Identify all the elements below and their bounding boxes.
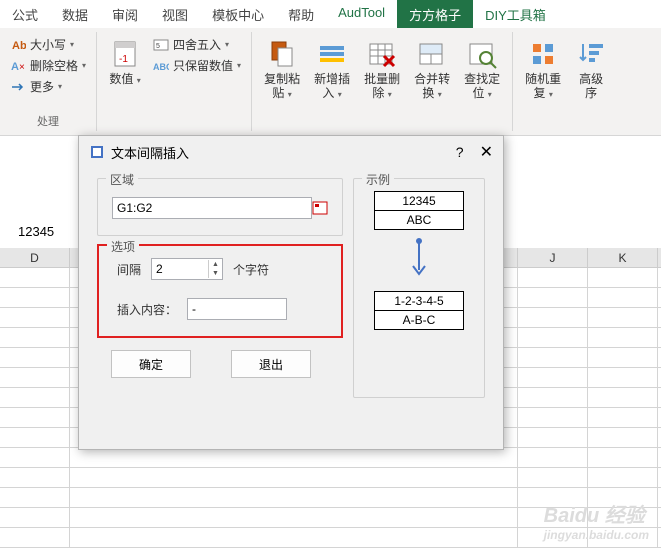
group-label: 处理 bbox=[6, 111, 90, 129]
dropdown-icon: ▾ bbox=[82, 61, 86, 70]
delspace-button[interactable]: A×删除空格 ▾ bbox=[6, 55, 90, 76]
batchdel-icon bbox=[366, 38, 398, 70]
options-group: 选项 间隔 ▲▼ 个字符 插入内容： bbox=[97, 244, 343, 338]
dialog-titlebar[interactable]: 文本间隔插入 ? ✕ bbox=[79, 136, 503, 168]
svg-text:5: 5 bbox=[156, 43, 160, 50]
shuffle-button[interactable]: 随机重 复 ▾ bbox=[519, 34, 567, 105]
region-input[interactable] bbox=[112, 197, 312, 219]
svg-text:ABC: ABC bbox=[153, 62, 169, 72]
interval-spinner[interactable]: ▲▼ bbox=[151, 258, 223, 280]
dropdown-icon: ▾ bbox=[549, 90, 553, 99]
group-label bbox=[103, 127, 245, 129]
round-button[interactable]: 5四舍五入 ▾ bbox=[149, 34, 245, 55]
ribbon-group-process: Ab大小写 ▾ A×删除空格 ▾ 更多 ▾ 处理 bbox=[0, 32, 97, 131]
dropdown-icon: ▾ bbox=[225, 40, 229, 49]
tab-ffgz[interactable]: 方方格子 bbox=[397, 0, 473, 28]
dropdown-icon: ▾ bbox=[70, 40, 74, 49]
dropdown-icon: ▾ bbox=[237, 61, 241, 70]
dialog-title-text: 文本间隔插入 bbox=[111, 143, 189, 162]
help-button[interactable]: ? bbox=[456, 144, 464, 160]
interval-label: 间隔 bbox=[117, 261, 141, 278]
example-group: 示例 12345 ABC 1-2-3-4-5 A-B-C bbox=[353, 178, 485, 398]
example-after: 1-2-3-4-5 A-B-C bbox=[374, 291, 464, 330]
col-header-j[interactable]: J bbox=[518, 248, 588, 267]
example-label: 示例 bbox=[362, 171, 394, 188]
arrow-right-icon bbox=[10, 79, 26, 95]
options-label: 选项 bbox=[107, 238, 139, 255]
ok-button[interactable]: 确定 bbox=[111, 350, 191, 378]
numval-icon: -1 bbox=[109, 38, 141, 70]
interval-input[interactable] bbox=[152, 262, 208, 276]
example-before: 12345 ABC bbox=[374, 191, 464, 230]
ribbon-tabs: 公式 数据 审阅 视图 模板中心 帮助 AudTool 方方格子 DIY工具箱 bbox=[0, 0, 661, 28]
merge-icon bbox=[416, 38, 448, 70]
case-button[interactable]: Ab大小写 ▾ bbox=[6, 34, 90, 55]
svg-text:A: A bbox=[11, 61, 19, 73]
tab-formula[interactable]: 公式 bbox=[0, 0, 50, 28]
svg-text:Ab: Ab bbox=[12, 40, 26, 52]
col-header-d[interactable]: D bbox=[0, 248, 70, 267]
copypaste-icon bbox=[266, 38, 298, 70]
ribbon-group-numval: -1 数值 ▾ 5四舍五入 ▾ ABC只保留数值 ▾ bbox=[97, 32, 252, 131]
range-selector-icon[interactable] bbox=[312, 201, 328, 215]
spinner-down-icon[interactable]: ▼ bbox=[209, 269, 222, 278]
dropdown-icon: ▾ bbox=[58, 82, 62, 91]
group-label bbox=[519, 127, 613, 129]
tab-review[interactable]: 审阅 bbox=[100, 0, 150, 28]
tab-template[interactable]: 模板中心 bbox=[200, 0, 276, 28]
insert-icon bbox=[316, 38, 348, 70]
tab-data[interactable]: 数据 bbox=[50, 0, 100, 28]
tab-view[interactable]: 视图 bbox=[150, 0, 200, 28]
arrow-down-icon bbox=[364, 238, 474, 283]
copypaste-button[interactable]: 复制粘 贴 ▾ bbox=[258, 34, 306, 105]
group-label bbox=[258, 127, 506, 129]
keepnum-button[interactable]: ABC只保留数值 ▾ bbox=[149, 55, 245, 76]
insert-content-input[interactable] bbox=[187, 298, 287, 320]
shuffle-icon bbox=[527, 38, 559, 70]
cancel-button[interactable]: 退出 bbox=[231, 350, 311, 378]
dropdown-icon: ▾ bbox=[338, 90, 342, 99]
insert-content-label: 插入内容： bbox=[117, 301, 177, 318]
watermark: Baidu 经验 jingyan.baidu.com bbox=[544, 499, 649, 542]
spinner-up-icon[interactable]: ▲ bbox=[209, 260, 222, 269]
ribbon-group-random: 随机重 复 ▾ 高级 序 bbox=[513, 32, 619, 131]
dropdown-icon: ▾ bbox=[388, 90, 392, 99]
dialog-icon bbox=[89, 144, 105, 160]
merge-button[interactable]: 合并转 换 ▾ bbox=[408, 34, 456, 105]
keepnum-icon: ABC bbox=[153, 58, 169, 74]
insert-button[interactable]: 新增插 入 ▾ bbox=[308, 34, 356, 105]
tab-help[interactable]: 帮助 bbox=[276, 0, 326, 28]
advsort-button[interactable]: 高级 序 bbox=[569, 34, 613, 105]
region-group: 区域 bbox=[97, 178, 343, 236]
case-icon: Ab bbox=[10, 37, 26, 53]
tab-audtool[interactable]: AudTool bbox=[326, 0, 397, 28]
tab-diy[interactable]: DIY工具箱 bbox=[473, 0, 558, 28]
dropdown-icon: ▾ bbox=[137, 76, 141, 85]
batchdel-button[interactable]: 批量删 除 ▾ bbox=[358, 34, 406, 105]
ribbon-content: Ab大小写 ▾ A×删除空格 ▾ 更多 ▾ 处理 -1 数值 ▾ 5四舍五入 ▾… bbox=[0, 28, 661, 136]
region-label: 区域 bbox=[106, 171, 138, 188]
interval-suffix: 个字符 bbox=[233, 261, 269, 278]
round-icon: 5 bbox=[153, 37, 169, 53]
dropdown-icon: ▾ bbox=[288, 90, 292, 99]
svg-text:×: × bbox=[19, 62, 25, 73]
locate-icon bbox=[466, 38, 498, 70]
svg-text:-1: -1 bbox=[119, 54, 128, 65]
dropdown-icon: ▾ bbox=[488, 90, 492, 99]
advsort-icon bbox=[575, 38, 607, 70]
locate-button[interactable]: 查找定 位 ▾ bbox=[458, 34, 506, 105]
cell-value[interactable]: 12345 bbox=[18, 224, 54, 239]
ribbon-group-edit: 复制粘 贴 ▾ 新增插 入 ▾ 批量删 除 ▾ 合并转 换 ▾ 查找定 位 ▾ bbox=[252, 32, 513, 131]
numval-button[interactable]: -1 数值 ▾ bbox=[103, 34, 147, 90]
col-header-k[interactable]: K bbox=[588, 248, 658, 267]
close-button[interactable]: ✕ bbox=[480, 142, 493, 162]
dialog-text-interval-insert: 文本间隔插入 ? ✕ 区域 选项 间隔 ▲▼ bbox=[78, 135, 504, 450]
dropdown-icon: ▾ bbox=[438, 90, 442, 99]
more-button[interactable]: 更多 ▾ bbox=[6, 76, 90, 97]
delspace-icon: A× bbox=[10, 58, 26, 74]
